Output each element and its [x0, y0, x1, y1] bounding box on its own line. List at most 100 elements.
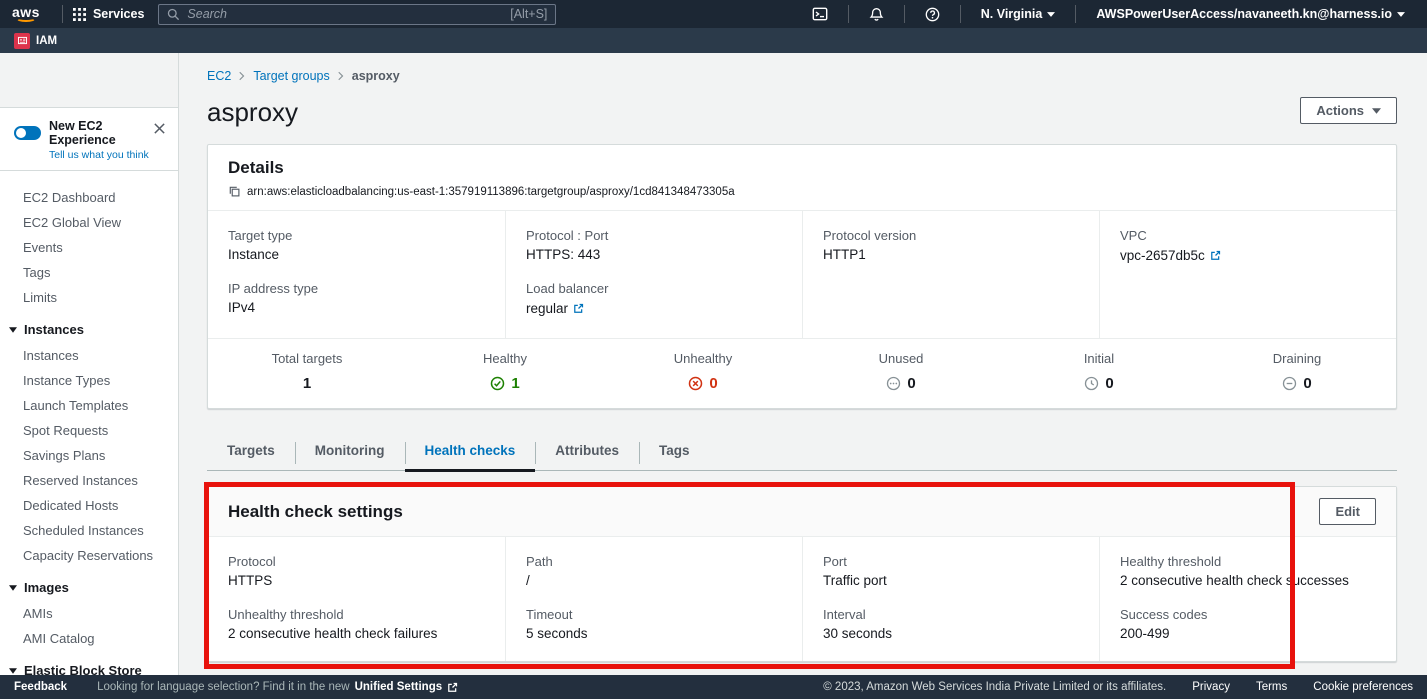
services-menu-button[interactable]: Services: [73, 7, 144, 21]
vpc-value: vpc-2657db5c: [1120, 248, 1205, 263]
field-label: Healthy threshold: [1120, 554, 1376, 569]
hc-interval-value: 30 seconds: [823, 626, 1079, 641]
hc-protocol-value: HTTPS: [228, 573, 485, 588]
stat-label: Total targets: [208, 351, 406, 366]
field-label: Protocol version: [823, 228, 1079, 243]
external-link-icon: [447, 682, 458, 693]
sidebar-item-scheduled-instances[interactable]: Scheduled Instances: [0, 518, 178, 543]
total-targets-value: 1: [303, 375, 311, 392]
target-group-arn: arn:aws:elasticloadbalancing:us-east-1:3…: [247, 186, 735, 198]
tab-targets[interactable]: Targets: [207, 433, 295, 470]
help-button[interactable]: [915, 7, 950, 22]
copy-icon[interactable]: [228, 185, 241, 198]
health-check-column-1: ProtocolHTTPS Unhealthy threshold2 conse…: [208, 537, 505, 661]
sidebar-item-ami-catalog[interactable]: AMI Catalog: [0, 626, 178, 651]
field-label: Timeout: [526, 607, 782, 622]
vpc-link[interactable]: vpc-2657db5c: [1120, 248, 1221, 263]
draining-value: 0: [1303, 375, 1311, 392]
sidebar-item-launch-templates[interactable]: Launch Templates: [0, 393, 178, 418]
sidebar-item-reserved-instances[interactable]: Reserved Instances: [0, 468, 178, 493]
cookie-preferences-link[interactable]: Cookie preferences: [1313, 681, 1413, 693]
tab-attributes[interactable]: Attributes: [535, 433, 639, 470]
sidebar-nav: EC2 Dashboard EC2 Global View Events Tag…: [0, 171, 178, 675]
search-input[interactable]: Search [Alt+S]: [158, 4, 556, 25]
section-label: Elastic Block Store: [24, 663, 142, 675]
copyright-text: © 2023, Amazon Web Services India Privat…: [823, 681, 1166, 693]
details-column-1: Target typeInstance IP address typeIPv4: [208, 211, 505, 338]
cloudshell-button[interactable]: [802, 6, 838, 22]
load-balancer-link[interactable]: regular: [526, 301, 584, 316]
sidebar-item-events[interactable]: Events: [0, 235, 178, 260]
tab-monitoring[interactable]: Monitoring: [295, 433, 405, 470]
tell-us-link[interactable]: Tell us what you think: [49, 149, 166, 161]
terms-link[interactable]: Terms: [1256, 681, 1287, 693]
edit-button[interactable]: Edit: [1319, 498, 1376, 525]
sidebar-item-ec2-global-view[interactable]: EC2 Global View: [0, 210, 178, 235]
breadcrumb-target-groups-link[interactable]: Target groups: [253, 69, 329, 83]
healthy-stat: Healthy 1: [406, 351, 604, 392]
sidebar-item-spot-requests[interactable]: Spot Requests: [0, 418, 178, 443]
close-icon[interactable]: [153, 122, 166, 135]
draining-stat: Draining 0: [1198, 351, 1396, 392]
draining-minus-circle-icon: [1282, 376, 1297, 391]
target-type-value: Instance: [228, 247, 485, 262]
nav-divider: [960, 5, 961, 23]
sidebar-item-capacity-reservations[interactable]: Capacity Reservations: [0, 543, 178, 568]
health-check-card: Health check settings Edit ProtocolHTTPS…: [207, 486, 1397, 662]
protocol-port-value: HTTPS: 443: [526, 247, 782, 262]
unified-settings-link[interactable]: Unified Settings: [355, 681, 459, 693]
region-label: N. Virginia: [981, 7, 1043, 21]
details-column-4: VPC vpc-2657db5c: [1099, 211, 1396, 338]
triangle-down-icon: [9, 585, 17, 591]
language-hint-text: Looking for language selection? Find it …: [97, 681, 350, 693]
region-selector[interactable]: N. Virginia: [971, 7, 1066, 21]
sidebar-item-amis[interactable]: AMIs: [0, 601, 178, 626]
section-label: Images: [24, 580, 69, 595]
sidebar-item-instances[interactable]: Instances: [0, 343, 178, 368]
healthy-value: 1: [511, 375, 519, 392]
new-experience-toggle[interactable]: [14, 126, 41, 140]
actions-button[interactable]: Actions: [1300, 97, 1397, 124]
external-link-icon: [1210, 250, 1221, 261]
unused-ellipsis-circle-icon: [886, 376, 901, 391]
sidebar-item-ec2-dashboard[interactable]: EC2 Dashboard: [0, 185, 178, 210]
feedback-link[interactable]: Feedback: [14, 681, 67, 693]
stat-label: Initial: [1000, 351, 1198, 366]
nav-divider: [62, 5, 63, 23]
unhealthy-value: 0: [709, 375, 717, 392]
sidebar-section-instances[interactable]: Instances: [0, 310, 178, 343]
hc-success-codes-value: 200-499: [1120, 626, 1376, 641]
field-label: Success codes: [1120, 607, 1376, 622]
sidebar-section-images[interactable]: Images: [0, 568, 178, 601]
actions-label: Actions: [1316, 103, 1364, 118]
sidebar-item-tags[interactable]: Tags: [0, 260, 178, 285]
sidebar-item-instance-types[interactable]: Instance Types: [0, 368, 178, 393]
aws-logo[interactable]: aws: [12, 6, 40, 22]
initial-clock-circle-icon: [1084, 376, 1099, 391]
sidebar-item-savings-plans[interactable]: Savings Plans: [0, 443, 178, 468]
search-shortcut-hint: [Alt+S]: [510, 7, 547, 21]
page-title: asproxy: [207, 97, 298, 128]
external-link-icon: [573, 303, 584, 314]
account-menu[interactable]: AWSPowerUserAccess/navaneeth.kn@harness.…: [1086, 7, 1415, 21]
hc-healthy-threshold-value: 2 consecutive health check successes: [1120, 573, 1376, 588]
nav-right-cluster: N. Virginia AWSPowerUserAccess/navaneeth…: [802, 5, 1415, 23]
chevron-down-icon: [1372, 108, 1381, 114]
tab-bar: Targets Monitoring Health checks Attribu…: [207, 433, 1397, 471]
sidebar-section-elastic-block-store[interactable]: Elastic Block Store: [0, 651, 178, 675]
sidebar-item-dedicated-hosts[interactable]: Dedicated Hosts: [0, 493, 178, 518]
top-navigation-bar: aws Services Search [Alt+S] N. Virginia: [0, 0, 1427, 28]
favorite-iam-link[interactable]: IAM: [14, 33, 57, 49]
tab-tags[interactable]: Tags: [639, 433, 710, 470]
breadcrumb-ec2-link[interactable]: EC2: [207, 69, 231, 83]
details-column-2: Protocol : PortHTTPS: 443 Load balancer …: [505, 211, 802, 338]
tab-health-checks[interactable]: Health checks: [405, 433, 536, 470]
details-title: Details: [228, 158, 1376, 178]
iam-label: IAM: [36, 35, 57, 47]
notifications-bell-button[interactable]: [859, 7, 894, 22]
new-ec2-experience-box: New EC2 Experience Tell us what you thin…: [0, 108, 178, 171]
privacy-link[interactable]: Privacy: [1192, 681, 1230, 693]
field-label: VPC: [1120, 228, 1376, 243]
sidebar-item-limits[interactable]: Limits: [0, 285, 178, 310]
breadcrumb-current: asproxy: [352, 69, 400, 83]
